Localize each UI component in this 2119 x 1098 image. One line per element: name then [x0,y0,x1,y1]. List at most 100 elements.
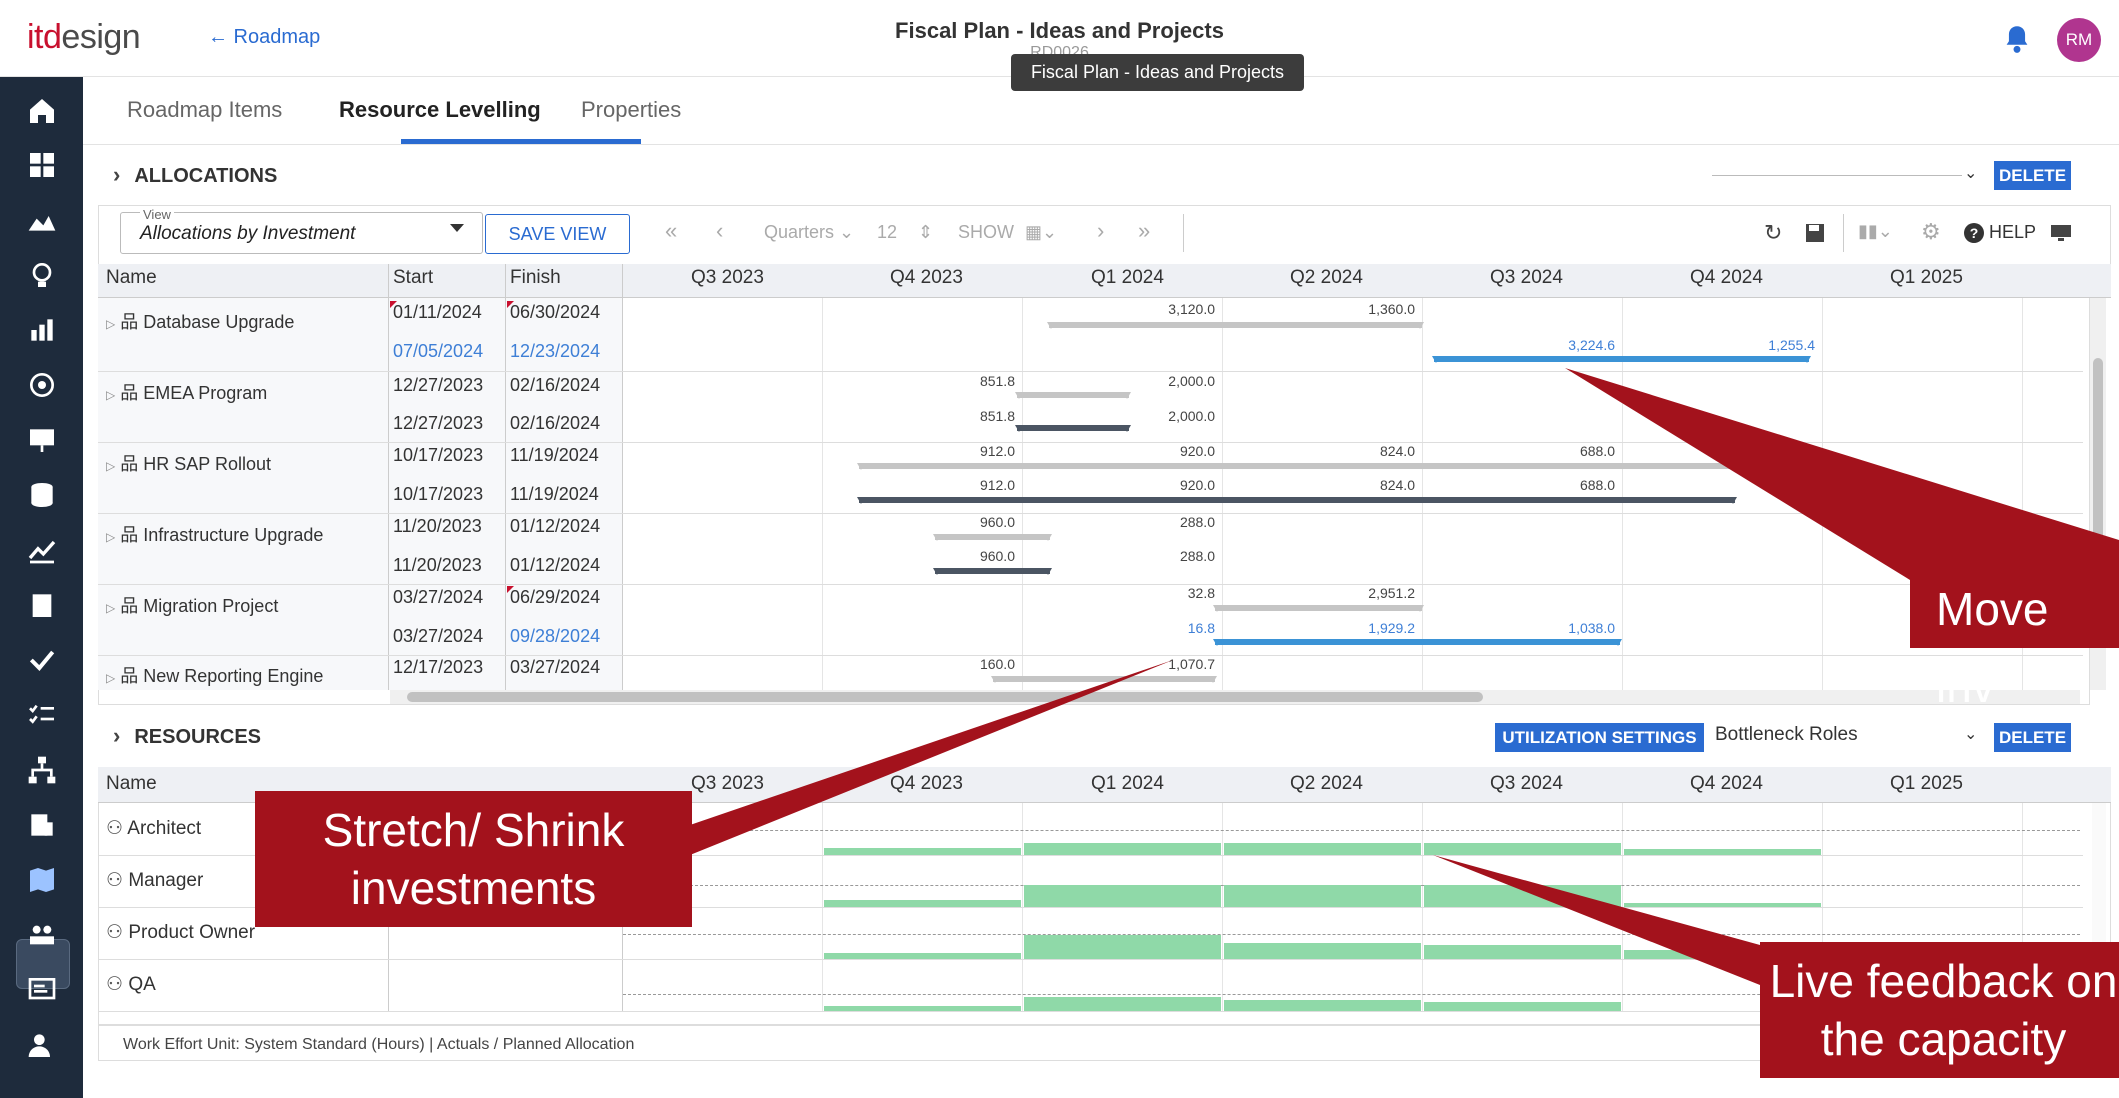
calendar-icon[interactable]: ▦⌄ [1025,222,1057,243]
column-header-start[interactable]: Start [393,267,433,289]
dashboard-icon[interactable] [26,149,58,181]
start-date[interactable]: 12/17/2023 [393,657,483,678]
planned-allocation-bar[interactable] [1432,356,1811,363]
tasks-icon[interactable] [26,809,58,841]
trend-chart-icon[interactable] [26,534,58,566]
allocation-value: 688.0 [1579,477,1615,493]
scrollbar-thumb[interactable] [407,692,1483,702]
tab-resource-levelling[interactable]: Resource Levelling [339,97,541,123]
previous-page-icon[interactable]: ‹ [716,218,723,244]
finish-date[interactable]: 06/30/2024 [510,302,600,323]
gear-icon[interactable]: ⚙ [1921,219,1941,245]
save-view-button[interactable]: SAVE VIEW [485,214,630,254]
period-count-stepper[interactable]: 12 ⇕ [877,222,933,243]
finish-date[interactable]: 03/27/2024 [510,657,600,678]
actual-allocation-bar[interactable] [1015,392,1131,399]
start-date[interactable]: 11/20/2023 [393,516,482,537]
actual-allocation-bar[interactable] [1047,322,1424,329]
people-icon[interactable] [26,919,58,951]
horizontal-scrollbar[interactable] [390,690,2080,704]
column-header-name[interactable]: Name [106,773,157,795]
target-icon[interactable] [26,369,58,401]
check-icon[interactable] [26,644,58,676]
last-page-icon[interactable]: » [1138,218,1150,244]
investment-row-new-reporting-engine[interactable]: ▷ 品 New Reporting Engine [106,662,323,688]
resource-row-product-owner[interactable]: ⚇ Product Owner [106,921,255,944]
planned-start-date[interactable]: 03/27/2024 [393,626,483,647]
resources-delete-button[interactable]: DELETE [1994,723,2071,752]
finish-date[interactable]: 06/29/2024 [510,587,600,608]
first-page-icon[interactable]: « [665,218,677,244]
investment-row-hr-sap-rollout[interactable]: ▷ 品 HR SAP Rollout [106,450,271,476]
resources-section-toggle[interactable]: › RESOURCES [113,723,261,749]
finish-date[interactable]: 11/19/2024 [510,445,599,466]
home-icon[interactable] [26,95,58,127]
resource-row-qa[interactable]: ⚇ QA [106,973,156,996]
planned-finish-date[interactable]: 11/19/2024 [510,484,599,505]
lightbulb-icon[interactable] [26,259,58,291]
planned-finish-date[interactable]: 01/12/2024 [510,555,600,576]
chevron-down-icon[interactable]: ⌄ [1964,724,1977,744]
clipboard-icon[interactable] [26,589,58,621]
planned-finish-date[interactable]: 12/23/2024 [510,341,600,362]
scrollbar-thumb[interactable] [2093,358,2103,568]
planned-allocation-bar[interactable] [857,497,1737,504]
investment-row-emea-program[interactable]: ▷ 品 EMEA Program [106,379,267,405]
column-header-finish[interactable]: Finish [510,267,561,289]
column-header-name[interactable]: Name [106,267,157,289]
chevron-right-icon: › [113,723,121,748]
allocations-section-toggle[interactable]: › ALLOCATIONS [113,162,277,188]
investment-row-migration-project[interactable]: ▷ 品 Migration Project [106,592,278,618]
database-icon[interactable] [26,479,58,511]
bell-icon[interactable] [2003,24,2031,54]
actual-allocation-bar[interactable] [991,676,1217,683]
planned-allocation-bar[interactable] [933,568,1052,575]
planned-start-date[interactable]: 12/27/2023 [393,413,483,434]
hierarchy-icon[interactable] [26,754,58,786]
tab-properties[interactable]: Properties [581,97,681,123]
help-button[interactable]: ? HELP [1964,222,2036,243]
actual-allocation-bar[interactable] [933,534,1052,541]
map-icon[interactable] [26,864,58,896]
area-chart-icon[interactable] [26,204,58,236]
checklist-icon[interactable] [26,699,58,731]
finish-date[interactable]: 02/16/2024 [510,375,600,396]
avatar[interactable]: RM [2057,18,2101,62]
utilization-settings-button[interactable]: UTILIZATION SETTINGS [1495,723,1704,752]
start-date[interactable]: 01/11/2024 [393,302,482,323]
allocations-delete-button[interactable]: DELETE [1994,161,2071,190]
refresh-icon[interactable]: ↻ [1764,220,1782,246]
chevron-down-icon[interactable]: ⌄ [1964,163,1977,183]
user-settings-icon[interactable] [26,1029,58,1061]
investment-row-infrastructure-upgrade[interactable]: ▷ 品 Infrastructure Upgrade [106,521,323,547]
resource-row-architect[interactable]: ⚇ Architect [106,817,201,840]
period-select[interactable]: Quarters ⌄ [764,222,854,243]
start-date[interactable]: 10/17/2023 [393,445,483,466]
finish-date[interactable]: 01/12/2024 [510,516,600,537]
actual-allocation-bar[interactable] [857,463,1737,470]
next-page-icon[interactable]: › [1097,218,1104,244]
change-marker [507,301,514,308]
monitor-icon[interactable] [2050,224,2072,242]
actual-allocation-bar[interactable] [1213,605,1424,612]
planned-allocation-bar[interactable] [1213,639,1622,646]
form-icon[interactable] [26,974,58,1006]
allocation-value: 920.0 [1179,443,1215,459]
chart-options-icon[interactable]: ▮▮⌄ [1858,221,1893,242]
utilization-bar [1424,945,1621,959]
start-date[interactable]: 03/27/2024 [393,587,483,608]
presentation-icon[interactable] [26,424,58,456]
planned-allocation-bar[interactable] [1015,425,1131,432]
planned-start-date[interactable]: 10/17/2023 [393,484,483,505]
start-date[interactable]: 12/27/2023 [393,375,483,396]
save-icon[interactable] [1805,223,1825,243]
resource-row-manager[interactable]: ⚇ Manager [106,869,203,892]
tab-roadmap-items[interactable]: Roadmap Items [127,97,282,123]
investment-row-database-upgrade[interactable]: ▷ 品 Database Upgrade [106,308,294,334]
bar-chart-icon[interactable] [26,314,58,346]
planned-finish-date[interactable]: 09/28/2024 [510,626,600,647]
planned-start-date[interactable]: 11/20/2023 [393,555,482,576]
planned-start-date[interactable]: 07/05/2024 [393,341,483,362]
planned-finish-date[interactable]: 02/16/2024 [510,413,600,434]
role-filter-select[interactable]: Bottleneck Roles [1715,724,1858,746]
